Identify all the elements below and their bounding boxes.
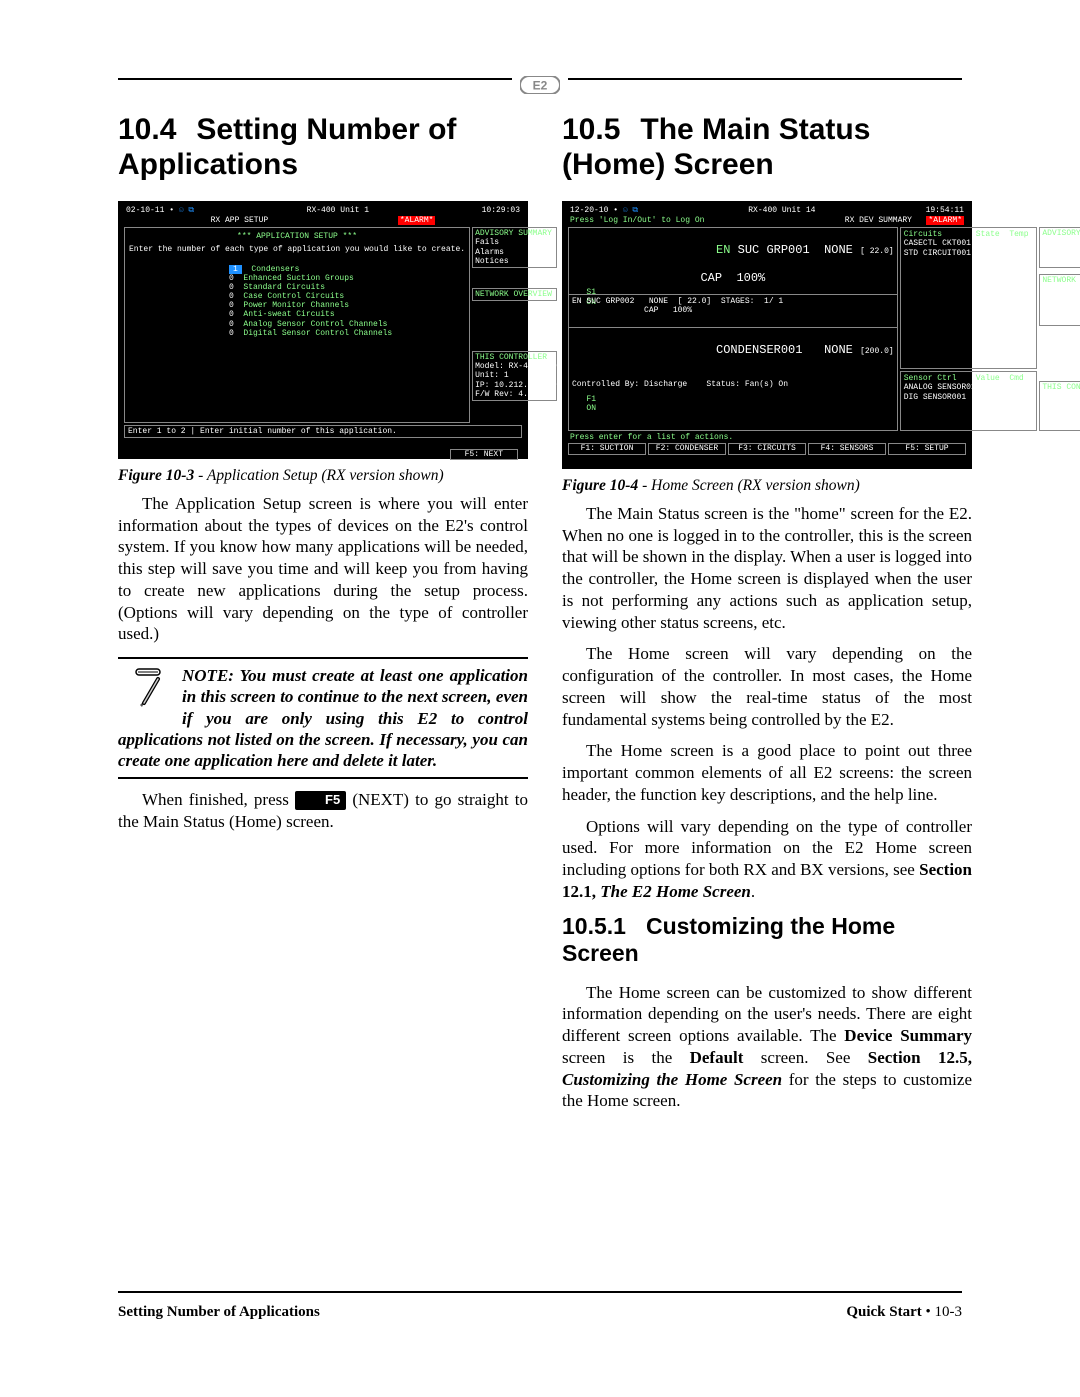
footer-left: Setting Number of Applications — [118, 1304, 320, 1321]
para-home-3: The Home screen is a good place to point… — [562, 740, 972, 805]
right-column: 10.5The Main Status (Home) Screen 12-20-… — [562, 112, 972, 1122]
note-box: NOTE: You must create at least one appli… — [118, 657, 528, 779]
figure-10-3: 02-10-11 • ☺ ⧉ RX-400 Unit 1 10:29:03 RX… — [118, 201, 528, 485]
note-text: NOTE: You must create at least one appli… — [118, 665, 528, 771]
footer-rule — [118, 1291, 962, 1293]
section-heading-10-4: 10.4Setting Number of Applications — [118, 112, 528, 183]
figure-10-4: 12-20-10 • ☺ ⧉ RX-400 Unit 14 19:54:11 P… — [562, 201, 972, 495]
header-logo: E2 — [0, 76, 1080, 99]
para-appsetup: The Application Setup screen is where yo… — [118, 493, 528, 645]
para-f5: When finished, press F5 (NEXT) to go str… — [118, 789, 528, 833]
svg-text:E2: E2 — [533, 79, 548, 93]
figure-10-3-caption: Figure 10-3 - Application Setup (RX vers… — [118, 467, 528, 485]
para-home-4: Options will vary depending on the type … — [562, 816, 972, 903]
page-footer: Setting Number of Applications Quick Sta… — [118, 1304, 962, 1321]
heading-number: 10.4 — [118, 112, 176, 147]
note-icon — [122, 665, 176, 711]
para-home-2: The Home screen will vary depending on t… — [562, 643, 972, 730]
key-f5: F5 — [295, 791, 346, 810]
para-customize: The Home screen can be customized to sho… — [562, 982, 972, 1113]
section-heading-10-5: 10.5The Main Status (Home) Screen — [562, 112, 972, 183]
heading-number: 10.5 — [562, 112, 620, 147]
heading-number: 10.5.1 — [562, 913, 626, 941]
figure-10-4-caption: Figure 10-4 - Home Screen (RX version sh… — [562, 477, 972, 495]
subsection-heading-10-5-1: 10.5.1Customizing the Home Screen — [562, 913, 972, 968]
left-column: 10.4Setting Number of Applications 02-10… — [118, 112, 528, 1122]
footer-right: Quick Start • 10-3 — [846, 1304, 962, 1321]
para-home-1: The Main Status screen is the "home" scr… — [562, 503, 972, 634]
